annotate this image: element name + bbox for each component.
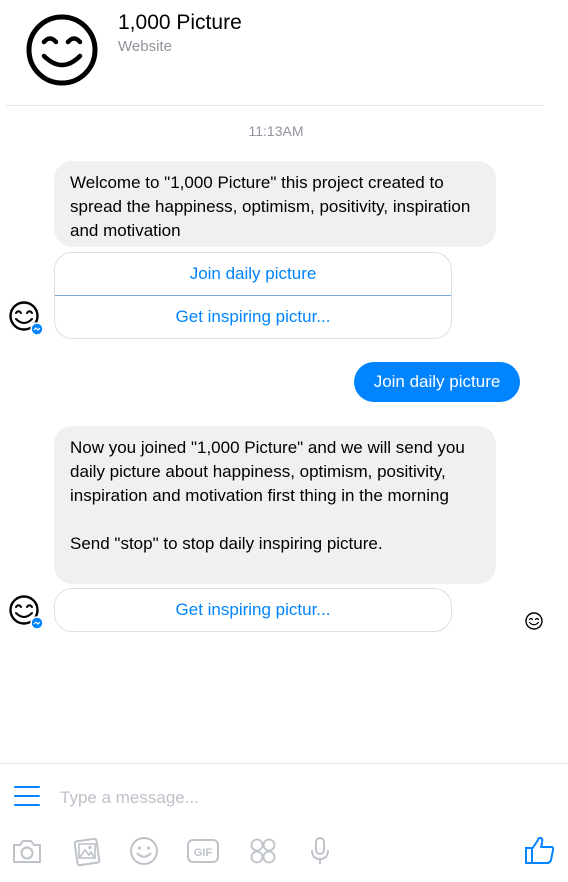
bot-message-bubble: Now you joined "1,000 Picture" and we wi… <box>54 426 496 584</box>
bot-avatar-icon <box>9 301 44 336</box>
thumbs-up-icon[interactable] <box>524 834 556 866</box>
menu-icon[interactable] <box>14 786 40 808</box>
message-text: Welcome to "1,000 Picture" this project … <box>70 173 471 240</box>
message-input[interactable] <box>60 784 540 812</box>
join-daily-picture-button[interactable]: Join daily picture <box>55 253 451 296</box>
stickers-icon[interactable] <box>246 834 280 868</box>
message-timestamp: 11:13AM <box>248 123 304 139</box>
svg-text:GIF: GIF <box>194 847 213 859</box>
bot-avatar-icon <box>9 595 44 630</box>
header-divider <box>6 105 544 106</box>
bot-message-bubble: Welcome to "1,000 Picture" this project … <box>54 161 496 247</box>
quick-reply-group: Get inspiring pictur... <box>54 588 452 632</box>
gif-icon[interactable]: GIF <box>186 834 220 868</box>
message-text: Now you joined "1,000 Picture" and we wi… <box>70 438 465 505</box>
quick-reply-group: Join daily picture Get inspiring pictur.… <box>54 252 452 339</box>
composer-divider <box>0 763 568 764</box>
emoji-icon[interactable] <box>127 834 161 868</box>
get-inspiring-picture-button[interactable]: Get inspiring pictur... <box>55 589 451 631</box>
page-category: Website <box>118 38 172 55</box>
camera-icon[interactable] <box>10 834 44 868</box>
message-text: Send "stop" to stop daily inspiring pict… <box>70 534 383 553</box>
microphone-icon[interactable] <box>303 834 337 868</box>
read-receipt-icon <box>525 612 543 630</box>
user-message-bubble: Join daily picture <box>354 362 520 402</box>
smiley-face-icon[interactable] <box>24 12 100 88</box>
chat-header: 1,000 Picture Website <box>0 0 568 106</box>
get-inspiring-picture-button[interactable]: Get inspiring pictur... <box>55 296 451 338</box>
gallery-icon[interactable] <box>70 834 104 868</box>
page-title: 1,000 Picture <box>118 11 242 34</box>
